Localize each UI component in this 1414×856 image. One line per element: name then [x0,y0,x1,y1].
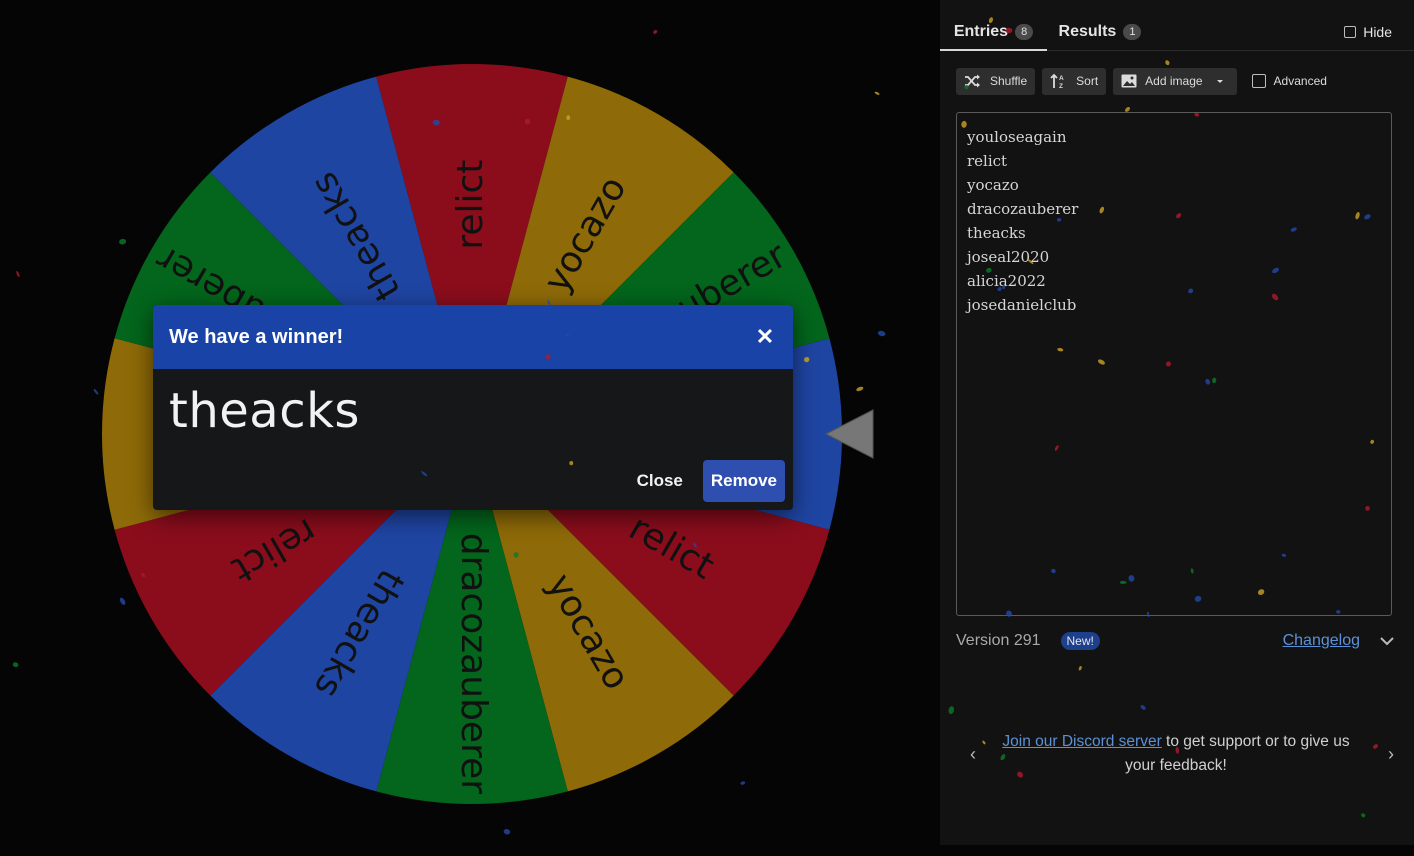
winner-name: theacks [169,383,360,439]
svg-text:A: A [1059,75,1064,82]
entry-line[interactable]: youloseagain [967,125,1381,149]
entry-line[interactable]: joseal2020 [967,245,1381,269]
svg-text:Z: Z [1059,83,1063,89]
sort-icon: A Z [1050,73,1064,89]
hide-toggle[interactable]: Hide [1344,14,1392,49]
changelog-link[interactable]: Changelog [1283,632,1360,650]
winner-dialog: We have a winner! ✕ theacks Close Remove [153,305,793,510]
version-row: Version 291 New! Changelog [956,630,1396,652]
dialog-actions: Close Remove [627,460,785,502]
app-root: theacksrelictyocazodracozauberertheacksr… [0,0,1414,856]
wheel-slice-label: relict [450,160,491,250]
discord-banner: ‹ Join our Discord server to get support… [956,730,1396,780]
version-text: Version 291 [956,632,1041,649]
remove-button[interactable]: Remove [702,460,785,502]
entry-line[interactable]: relict [967,149,1381,173]
tab-bar: Entries 8 Results 1 Hide [940,14,1414,51]
tab-entries-label: Entries [953,22,1009,40]
entries-toolbar: Shuffle A Z Sort Add image Advanced [956,67,1327,95]
close-icon[interactable]: ✕ [753,325,777,349]
tab-results-count: 1 [1123,23,1142,40]
entry-line[interactable]: alicia2022 [967,269,1381,293]
add-image-button[interactable]: Add image [1113,67,1237,95]
tab-entries-count: 8 [1015,23,1034,40]
entries-list: youloseagain relict yocazo dracozauberer… [957,113,1391,329]
tab-results-label: Results [1058,22,1117,40]
discord-link[interactable]: Join our Discord server [1002,733,1161,750]
entry-line[interactable]: josedanielclub [967,293,1381,317]
wheel-slice-label: dracozauberer [453,533,494,794]
entries-panel: Entries 8 Results 1 Hide Shuffle A Z Sor… [940,0,1414,845]
entries-textarea[interactable]: youloseagain relict yocazo dracozauberer… [956,112,1392,616]
discord-message: Join our Discord server to get support o… [996,730,1356,778]
entry-line[interactable]: theacks [967,221,1381,245]
entry-line[interactable]: dracozauberer [967,197,1381,221]
shuffle-button[interactable]: Shuffle [956,67,1036,95]
sort-label: Sort [1076,74,1099,88]
shuffle-icon [965,74,980,88]
tab-entries[interactable]: Entries 8 [940,14,1047,51]
chevron-down-icon[interactable] [1378,632,1396,650]
dialog-header: We have a winner! ✕ [153,305,793,369]
advanced-checkbox[interactable] [1251,74,1266,88]
image-icon [1121,74,1137,88]
hide-label: Hide [1363,23,1392,40]
add-image-label: Add image [1145,74,1203,88]
chevron-right-icon[interactable]: › [1388,744,1394,765]
hide-checkbox[interactable] [1344,25,1357,38]
entry-line[interactable]: yocazo [967,173,1381,197]
tab-results[interactable]: Results 1 [1050,14,1150,49]
advanced-label: Advanced [1273,74,1327,88]
new-badge: New! [1060,632,1100,650]
sort-button[interactable]: A Z Sort [1042,67,1107,95]
dialog-title: We have a winner! [169,325,344,348]
caret-down-icon [1216,80,1223,83]
advanced-toggle[interactable]: Advanced [1251,74,1327,88]
chevron-left-icon[interactable]: ‹ [970,744,976,765]
close-button[interactable]: Close [627,463,693,499]
shuffle-label: Shuffle [990,74,1028,88]
